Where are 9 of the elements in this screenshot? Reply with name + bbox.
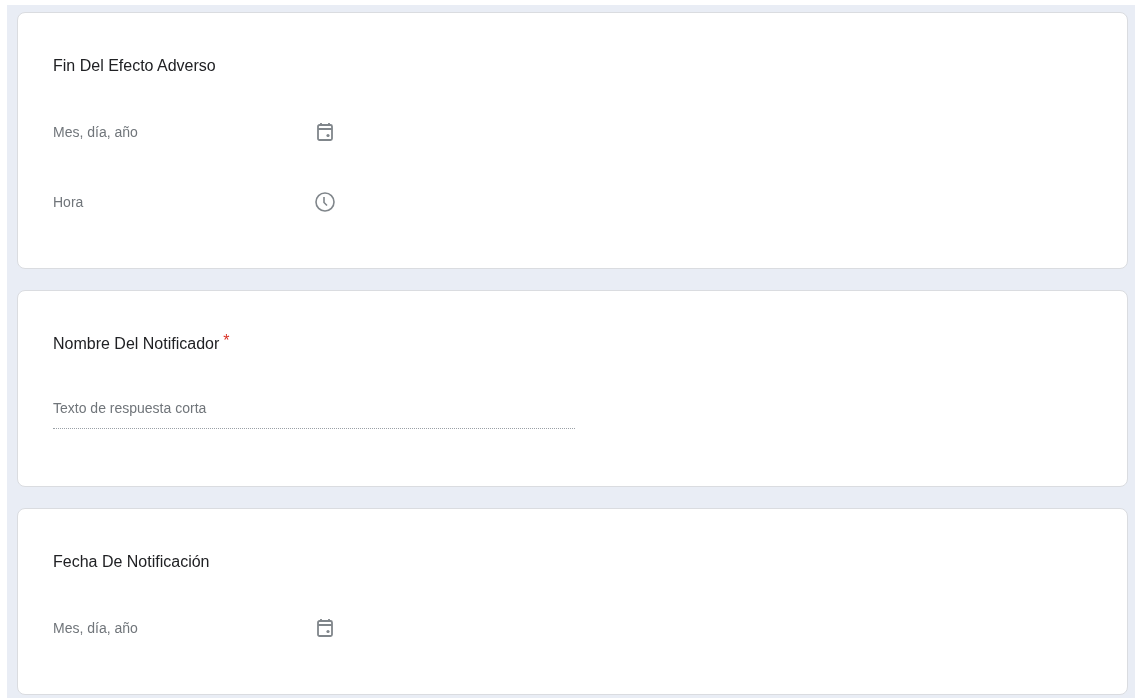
question-title: Fecha De Notificación: [53, 552, 210, 572]
question-title: Fin Del Efecto Adverso: [53, 56, 216, 76]
question-title: Nombre Del Notificador: [53, 334, 220, 354]
required-mark: *: [223, 332, 230, 350]
answer-field[interactable]: Texto de respuesta corta: [53, 390, 575, 429]
time-field[interactable]: Hora: [53, 194, 313, 210]
date-field[interactable]: Mes, día, año: [53, 124, 313, 140]
date-field[interactable]: Mes, día, año: [53, 620, 313, 636]
clock-icon[interactable]: [313, 190, 337, 214]
